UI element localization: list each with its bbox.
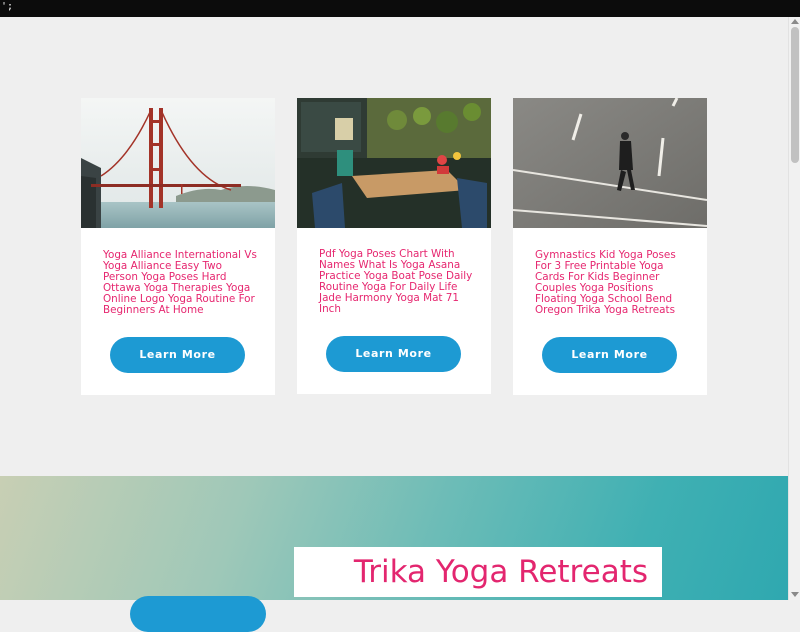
scroll-down-arrow-icon[interactable]	[791, 592, 799, 597]
top-bar-text: ';	[1, 1, 14, 12]
article-card: Gymnastics Kid Yoga Poses For 3 Free Pri…	[513, 98, 707, 395]
card-image-man-walking-on-street[interactable]	[513, 98, 707, 228]
street-photo	[513, 98, 707, 228]
card-image-golden-gate-bridge[interactable]	[81, 98, 275, 228]
hero-button[interactable]	[130, 596, 266, 632]
page-scrollbar[interactable]	[788, 17, 800, 600]
article-card: Pdf Yoga Poses Chart With Names What Is …	[297, 98, 491, 394]
cafe-photo	[297, 98, 491, 228]
hero-title: Trika Yoga Retreats	[353, 554, 648, 590]
learn-more-button[interactable]: Learn More	[110, 337, 245, 373]
top-bar: ';	[0, 0, 800, 17]
card-title[interactable]: Pdf Yoga Poses Chart With Names What Is …	[319, 249, 473, 315]
scrollbar-thumb[interactable]	[791, 27, 799, 163]
card-title[interactable]: Gymnastics Kid Yoga Poses For 3 Free Pri…	[535, 250, 689, 316]
learn-more-button[interactable]: Learn More	[542, 337, 677, 373]
learn-more-button[interactable]: Learn More	[326, 336, 461, 372]
card-image-cafe-terrace[interactable]	[297, 98, 491, 228]
article-card: Yoga Alliance International Vs Yoga Alli…	[81, 98, 275, 395]
bridge-photo	[81, 98, 275, 228]
hero-title-box: Trika Yoga Retreats	[294, 547, 662, 597]
card-title[interactable]: Yoga Alliance International Vs Yoga Alli…	[103, 250, 257, 316]
hero-section: Trika Yoga Retreats	[0, 476, 788, 632]
scroll-up-arrow-icon[interactable]	[791, 19, 799, 24]
